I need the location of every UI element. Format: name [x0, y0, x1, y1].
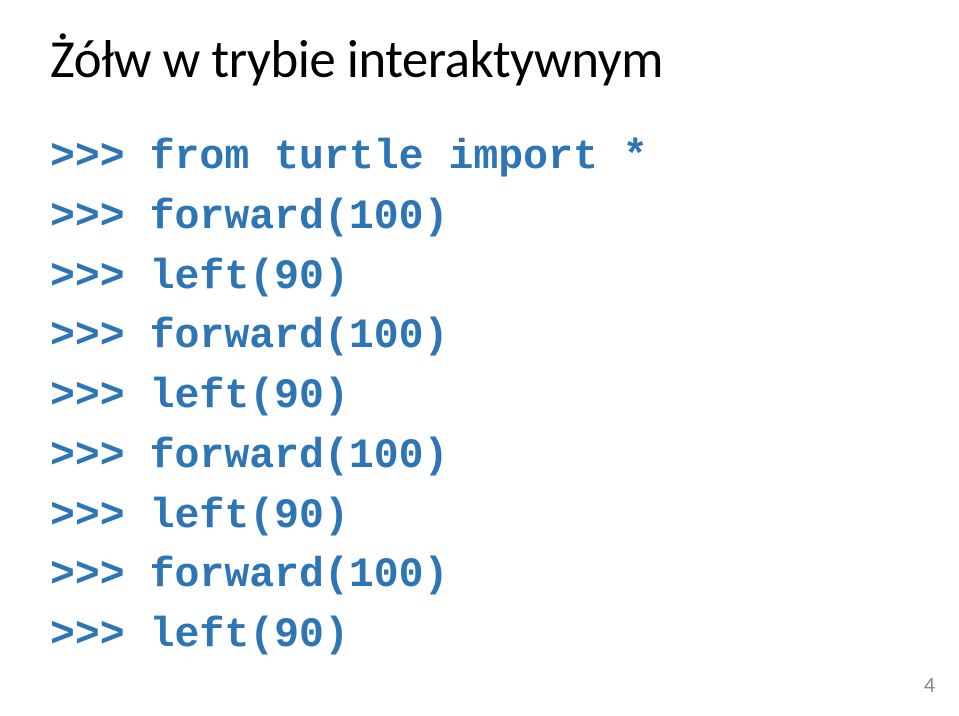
- slide-title: Żółw w trybie interaktywnym: [50, 28, 909, 92]
- code-line: >>> left(90): [50, 606, 909, 666]
- code-line: >>> left(90): [50, 367, 909, 427]
- code-line: >>> forward(100): [50, 307, 909, 367]
- code-line: >>> forward(100): [50, 427, 909, 487]
- code-line: >>> left(90): [50, 487, 909, 547]
- code-block: >>> from turtle import * >>> forward(100…: [50, 128, 909, 666]
- page-number: 4: [924, 671, 935, 698]
- code-line: >>> forward(100): [50, 546, 909, 606]
- code-line: >>> left(90): [50, 248, 909, 308]
- code-line: >>> from turtle import *: [50, 128, 909, 188]
- slide: Żółw w trybie interaktywnym >>> from tur…: [0, 0, 959, 716]
- code-line: >>> forward(100): [50, 188, 909, 248]
